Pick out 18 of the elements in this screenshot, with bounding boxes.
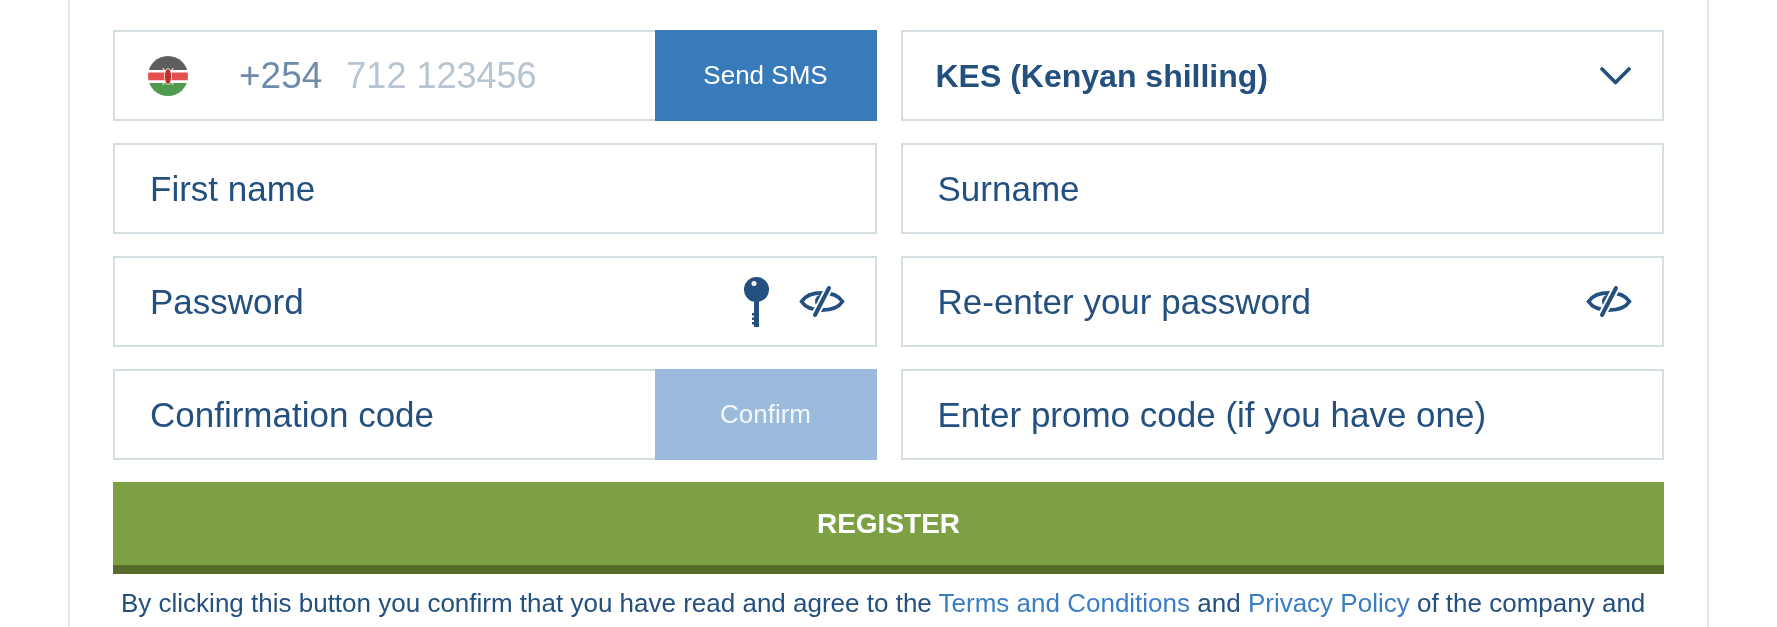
eye-slash-icon[interactable] [1586,285,1632,318]
currency-dropdown[interactable]: KES (Kenyan shilling) [900,30,1664,121]
promo-code-field[interactable]: Enter promo code (if you have one) [900,369,1664,460]
password-field[interactable]: Password [113,256,877,347]
repeat-password-field[interactable]: Re-enter your password [900,256,1664,347]
flag-icon [148,55,188,96]
agreement-text: By clicking this button you confirm that you have read and agree to the Terms and Conditions and Privacy Policy of the company and [121,588,1647,620]
phone-field[interactable]: +254 712 123456 Send SMS [113,30,877,121]
send-sms-button[interactable]: Send SMS [654,30,877,121]
surname-field[interactable]: Surname [900,143,1664,234]
eye-slash-icon[interactable] [798,285,845,318]
privacy-policy-link[interactable]: Privacy Policy [1247,588,1410,618]
chevron-down-icon [1600,66,1631,85]
terms-and-conditions-link[interactable]: Terms and Conditions [938,588,1191,618]
register-button[interactable]: REGISTER [113,482,1664,574]
first-name-field[interactable]: First name [113,143,877,234]
key-icon[interactable] [743,276,769,327]
country-code-text: +254 [239,53,323,98]
